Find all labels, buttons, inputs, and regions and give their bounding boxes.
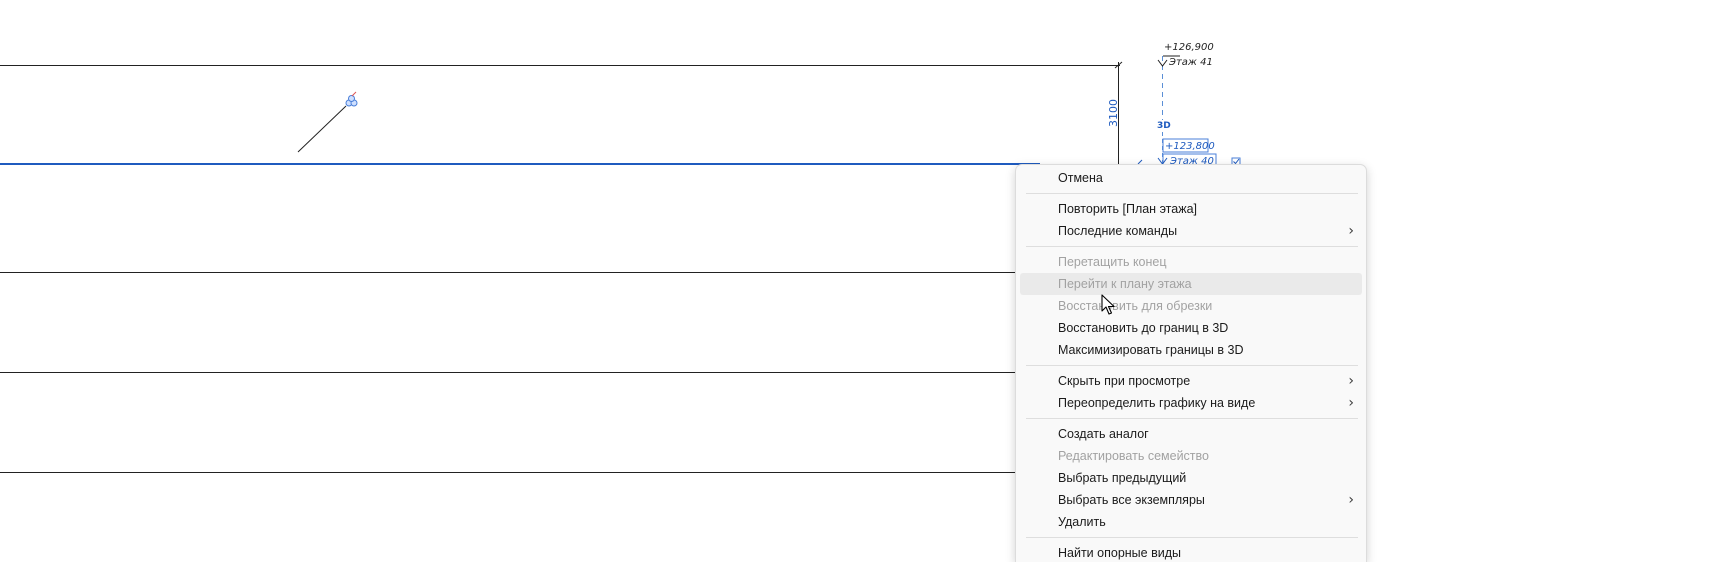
menu-item-label: Максимизировать границы в 3D (1058, 343, 1244, 357)
menu-item-17[interactable]: Выбрать все экземпляры › (1020, 489, 1362, 511)
menu-item-label: Отмена (1058, 171, 1103, 185)
menu-item-label: Найти опорные виды (1058, 546, 1181, 560)
menu-separator (1026, 418, 1358, 419)
menu-item-16[interactable]: Выбрать предыдущий (1020, 467, 1362, 489)
menu-item-7: Восстановить для обрезки (1020, 295, 1362, 317)
menu-item-5: Перетащить конец (1020, 251, 1362, 273)
leader-line[interactable] (297, 105, 347, 153)
drawing-canvas[interactable]: 3100 +126,900 Этаж 41 3D +123,800 Этаж 4… (0, 0, 1730, 562)
menu-item-label: Выбрать предыдущий (1058, 471, 1187, 485)
menu-separator (1026, 537, 1358, 538)
menu-item-label: Переопределить графику на виде (1058, 396, 1256, 410)
chevron-right-icon: › (1348, 223, 1354, 239)
menu-item-label: Удалить (1058, 515, 1106, 529)
menu-item-15: Редактировать семейство (1020, 445, 1362, 467)
menu-separator (1026, 193, 1358, 194)
level-41-name: Этаж 41 (1168, 57, 1213, 68)
context-menu: Отмена Повторить [План этажа] Последние ко… (1015, 164, 1367, 562)
menu-item-label: Последние команды (1058, 224, 1178, 238)
menu-item-9[interactable]: Максимизировать границы в 3D (1020, 339, 1362, 361)
level-41-elevation: +126,900 (1164, 42, 1214, 53)
menu-item-label: Восстановить до границ в 3D (1058, 321, 1229, 335)
dimension-value: 3100 (1107, 99, 1120, 127)
menu-item-0[interactable]: Отмена (1020, 167, 1362, 189)
menu-item-18[interactable]: Удалить (1020, 511, 1362, 533)
menu-item-6: Перейти к плану этажа (1020, 273, 1362, 295)
mouse-cursor-icon (1101, 294, 1115, 315)
menu-separator (1026, 365, 1358, 366)
menu-item-label: Редактировать семейство (1058, 449, 1209, 463)
menu-item-8[interactable]: Восстановить до границ в 3D (1020, 317, 1362, 339)
menu-item-label: Повторить [План этажа] (1058, 202, 1197, 216)
menu-separator (1026, 246, 1358, 247)
menu-item-2[interactable]: Повторить [План этажа] (1020, 198, 1362, 220)
menu-item-11[interactable]: Скрыть при просмотре › (1020, 370, 1362, 392)
grip-accent (351, 91, 357, 97)
menu-item-20[interactable]: Найти опорные виды (1020, 542, 1362, 562)
menu-item-label: Восстановить для обрезки (1058, 299, 1213, 313)
menu-item-3[interactable]: Последние команды › (1020, 220, 1362, 242)
menu-item-14[interactable]: Создать аналог (1020, 423, 1362, 445)
menu-item-label: Скрыть при просмотре (1058, 374, 1191, 388)
chevron-right-icon: › (1348, 373, 1354, 389)
menu-item-label: Выбрать все экземпляры (1058, 493, 1205, 507)
move-grip-icon[interactable] (345, 95, 358, 107)
menu-item-12[interactable]: Переопределить графику на виде › (1020, 392, 1362, 414)
menu-item-label: Создать аналог (1058, 427, 1149, 441)
menu-item-label: Перейти к плану этажа (1058, 277, 1192, 291)
level-40-elevation[interactable]: +123,800 (1165, 141, 1215, 152)
chevron-right-icon: › (1348, 395, 1354, 411)
menu-item-label: Перетащить конец (1058, 255, 1167, 269)
3d-extent-tag[interactable]: 3D (1157, 121, 1171, 131)
chevron-right-icon: › (1348, 492, 1354, 508)
